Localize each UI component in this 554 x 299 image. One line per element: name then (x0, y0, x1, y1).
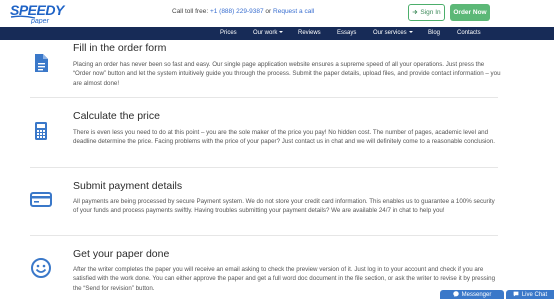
messenger-icon (452, 290, 459, 299)
divider (30, 97, 498, 98)
step-description: All payments are being processed by secu… (73, 198, 495, 215)
top-header: SPEEDY paper Call toll free: +1 (888) 22… (0, 0, 554, 27)
nav-blog[interactable]: Blog (428, 27, 440, 40)
smiley-icon (30, 257, 52, 279)
credit-card-icon (30, 188, 52, 210)
nav-our-work[interactable]: Our work (253, 27, 284, 40)
messenger-label: Messenger (461, 291, 492, 298)
step-title: Calculate the price (73, 110, 160, 122)
nav-our-work-label: Our work (253, 30, 278, 36)
divider (30, 167, 498, 168)
speedypaper-logo[interactable]: SPEEDY paper (9, 2, 73, 25)
messenger-button[interactable]: Messenger (440, 290, 504, 299)
svg-text:paper: paper (30, 18, 50, 24)
nav-contacts[interactable]: Contacts (457, 27, 481, 40)
live-chat-label: Live Chat (521, 291, 548, 298)
toll-label: Call toll free: (172, 8, 209, 15)
nav-reviews[interactable]: Reviews (298, 27, 321, 40)
live-chat-button[interactable]: Live Chat (506, 290, 554, 299)
chat-bubble-icon (513, 291, 519, 299)
step-title: Get your paper done (73, 248, 170, 260)
step-title: Submit payment details (73, 180, 183, 192)
order-now-button[interactable]: Order Now (450, 4, 490, 21)
calculator-icon (30, 120, 52, 142)
document-icon (30, 52, 52, 74)
step-description: Placing an order has never been so fast … (73, 61, 501, 87)
phone-link[interactable]: +1 (888) 229-9387 (210, 8, 264, 15)
step-title: Fill in the order form (73, 42, 167, 54)
nav-prices[interactable]: Prices (220, 27, 237, 40)
nav-our-services[interactable]: Our services (373, 27, 413, 40)
step-description: There is even less you need to do at thi… (73, 129, 496, 146)
step-description: After the writer completes the paper you… (73, 266, 496, 292)
toll-free-line: Call toll free: +1 (888) 229-9387 or Req… (172, 8, 314, 15)
sign-in-icon (412, 9, 418, 17)
sign-in-button[interactable]: Sign In (408, 4, 445, 21)
nav-essays[interactable]: Essays (337, 27, 356, 40)
main-nav: Prices Our work Reviews Essays Our servi… (0, 27, 554, 40)
request-call-link[interactable]: Request a call (273, 8, 314, 15)
or-text: or (265, 8, 272, 15)
sign-in-label: Sign In (420, 9, 441, 16)
chevron-down-icon (408, 31, 413, 34)
chevron-down-icon (279, 31, 284, 34)
divider (30, 235, 498, 236)
nav-our-services-label: Our services (373, 30, 407, 36)
